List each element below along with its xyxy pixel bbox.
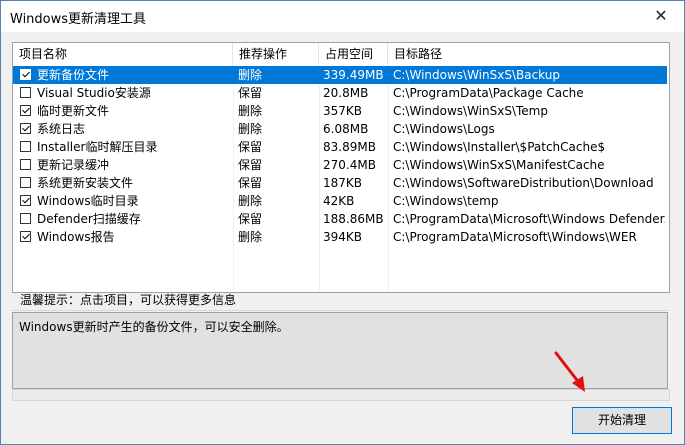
cell-size: 20.8MB bbox=[323, 86, 369, 100]
row-checkbox[interactable] bbox=[20, 195, 31, 206]
row-checkbox[interactable] bbox=[20, 123, 31, 134]
header-size[interactable]: 占用空间 bbox=[319, 43, 388, 65]
row-checkbox[interactable] bbox=[20, 87, 31, 98]
hint-label: 温馨提示：点击项目，可以获得更多信息 bbox=[20, 293, 237, 307]
cell-size: 394KB bbox=[323, 230, 363, 244]
cell-action: 删除 bbox=[238, 68, 263, 82]
table-row[interactable]: 系统日志 删除 6.08MB C:\Windows\Logs bbox=[13, 120, 667, 138]
header-action[interactable]: 推荐操作 bbox=[233, 43, 319, 65]
row-checkbox[interactable] bbox=[20, 159, 31, 170]
cell-action: 删除 bbox=[238, 230, 263, 244]
cell-action: 保留 bbox=[238, 158, 263, 172]
cell-path: C:\ProgramData\Microsoft\Windows\WER bbox=[393, 230, 637, 244]
cell-size: 339.49MB bbox=[323, 68, 384, 82]
cell-size: 270.4MB bbox=[323, 158, 376, 172]
cell-name: 更新备份文件 bbox=[37, 68, 110, 82]
cell-name: 更新记录缓冲 bbox=[37, 158, 110, 172]
row-checkbox[interactable] bbox=[20, 231, 31, 242]
cell-action: 保留 bbox=[238, 86, 263, 100]
header-name[interactable]: 项目名称 bbox=[13, 43, 233, 65]
cell-name: Installer临时解压目录 bbox=[37, 140, 158, 154]
cell-path: C:\ProgramData\Package Cache bbox=[393, 86, 584, 100]
description-text: Windows更新时产生的备份文件，可以安全删除。 bbox=[19, 320, 289, 334]
start-cleanup-button[interactable]: 开始清理 bbox=[572, 407, 672, 434]
cell-name: 临时更新文件 bbox=[37, 104, 110, 118]
table-row[interactable]: 更新备份文件 删除 339.49MB C:\Windows\WinSxS\Backup bbox=[13, 66, 667, 84]
table-row[interactable]: Windows报告 删除 394KB C:\ProgramData\Microsoft… bbox=[13, 228, 667, 246]
table-row[interactable]: Windows临时目录 删除 42KB C:\Windows\temp bbox=[13, 192, 667, 210]
title-bar: Windows更新清理工具 ✕ bbox=[1, 1, 684, 32]
annotation-arrow-icon bbox=[554, 351, 585, 392]
cell-action: 保留 bbox=[238, 176, 263, 190]
table-row[interactable]: 临时更新文件 删除 357KB C:\Windows\WinSxS\Temp bbox=[13, 102, 667, 120]
row-checkbox[interactable] bbox=[20, 141, 31, 152]
divider bbox=[12, 310, 668, 311]
cell-action: 删除 bbox=[238, 104, 263, 118]
table-row[interactable]: Installer临时解压目录 保留 83.89MB C:\Windows\Insta… bbox=[13, 138, 667, 156]
table-row[interactable]: Visual Studio安装源 保留 20.8MB C:\ProgramData\P… bbox=[13, 84, 667, 102]
row-checkbox[interactable] bbox=[20, 177, 31, 188]
cell-size: 83.89MB bbox=[323, 140, 376, 154]
cell-path: C:\Windows\WinSxS\ManifestCache bbox=[393, 158, 605, 172]
row-checkbox[interactable] bbox=[20, 105, 31, 116]
cell-size: 357KB bbox=[323, 104, 363, 118]
cell-size: 187KB bbox=[323, 176, 363, 190]
cell-size: 188.86MB bbox=[323, 212, 384, 226]
cell-path: C:\Windows\Logs bbox=[393, 122, 495, 136]
cell-name: 系统更新安装文件 bbox=[37, 176, 134, 190]
cell-size: 42KB bbox=[323, 194, 355, 208]
cell-action: 保留 bbox=[238, 140, 263, 154]
cell-action: 删除 bbox=[238, 194, 263, 208]
cell-path: C:\ProgramData\Microsoft\Windows Defende… bbox=[393, 212, 665, 226]
list-header: 项目名称 推荐操作 占用空间 目标路径 bbox=[13, 43, 669, 65]
cell-name: Windows报告 bbox=[37, 230, 115, 244]
row-checkbox[interactable] bbox=[20, 69, 31, 80]
window-title: Windows更新清理工具 bbox=[10, 12, 147, 27]
cell-size: 6.08MB bbox=[323, 122, 369, 136]
table-row[interactable]: Defender扫描缓存 保留 188.86MB C:\ProgramData\Mic… bbox=[13, 210, 667, 228]
cell-name: Defender扫描缓存 bbox=[37, 212, 141, 226]
table-row[interactable]: 更新记录缓冲 保留 270.4MB C:\Windows\WinSxS\Manifes… bbox=[13, 156, 667, 174]
cell-name: Windows临时目录 bbox=[37, 194, 139, 208]
row-checkbox[interactable] bbox=[20, 213, 31, 224]
cell-path: C:\Windows\Installer\$PatchCache$ bbox=[393, 140, 606, 154]
cell-path: C:\Windows\WinSxS\Backup bbox=[393, 68, 560, 82]
table-row[interactable]: 系统更新安装文件 保留 187KB C:\Windows\SoftwareDistri… bbox=[13, 174, 667, 192]
header-path[interactable]: 目标路径 bbox=[388, 43, 667, 65]
cell-path: C:\Windows\SoftwareDistribution\Download bbox=[393, 176, 654, 190]
cell-path: C:\Windows\WinSxS\Temp bbox=[393, 104, 548, 118]
close-icon[interactable]: ✕ bbox=[638, 1, 684, 32]
cell-name: Visual Studio安装源 bbox=[37, 86, 151, 100]
cell-action: 删除 bbox=[238, 122, 263, 136]
cleanup-list: 项目名称 推荐操作 占用空间 目标路径 更新备份文件 删除 339.49MB C:\W… bbox=[12, 42, 670, 293]
cell-path: C:\Windows\temp bbox=[393, 194, 499, 208]
cell-action: 保留 bbox=[238, 212, 263, 226]
cell-name: 系统日志 bbox=[37, 122, 86, 136]
